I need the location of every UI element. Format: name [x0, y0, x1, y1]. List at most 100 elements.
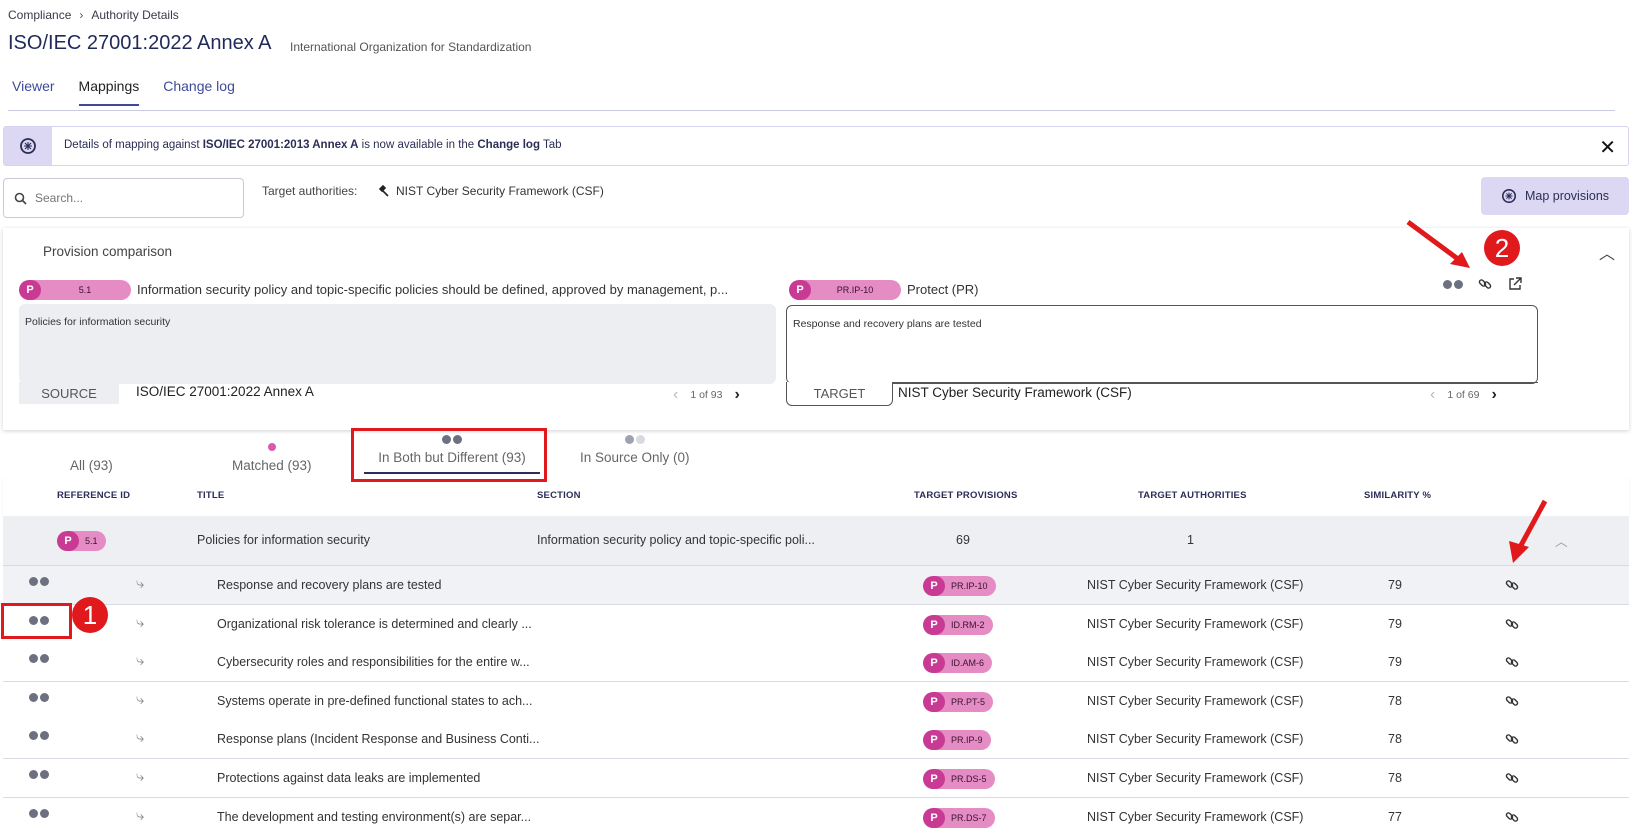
- table-header: REFERENCE ID TITLE SECTION TARGET PROVIS…: [3, 476, 1629, 516]
- table-row[interactable]: ⤷ Protections against data leaks are impl…: [3, 759, 1629, 798]
- row-target-authority: NIST Cyber Security Framework (CSF): [1087, 616, 1304, 631]
- chevron-right-icon: ›: [79, 8, 84, 22]
- search-box[interactable]: [3, 178, 244, 218]
- mapping-arrow-icon: ⤷: [136, 652, 145, 670]
- match-status-icon[interactable]: [29, 808, 49, 818]
- col-title[interactable]: TITLE: [197, 490, 224, 501]
- tab-viewer[interactable]: Viewer: [12, 74, 55, 106]
- match-status-icon[interactable]: [29, 654, 49, 664]
- banner-text-2: is now available in the: [358, 139, 478, 151]
- row-provision-pill[interactable]: P PR.IP-9: [923, 730, 991, 751]
- unlink-icon[interactable]: [1504, 693, 1520, 709]
- row-target-authority: NIST Cyber Security Framework (CSF): [1087, 809, 1304, 824]
- chevron-up-icon[interactable]: ︿: [1555, 531, 1568, 550]
- col-target-provisions[interactable]: TARGET PROVISIONS: [914, 490, 1018, 501]
- mappings-table: REFERENCE ID TITLE SECTION TARGET PROVIS…: [3, 476, 1629, 836]
- col-section[interactable]: SECTION: [537, 490, 581, 501]
- col-reference-id[interactable]: REFERENCE ID: [57, 490, 130, 501]
- provision-type-badge: P: [923, 576, 945, 596]
- row-target-authority: NIST Cyber Security Framework (CSF): [1087, 732, 1304, 747]
- row-provision-pill[interactable]: P PR.DS-7: [923, 807, 995, 828]
- chevron-left-icon[interactable]: ‹: [673, 386, 678, 404]
- table-row[interactable]: ⤷ Response plans (Incident Response and B…: [3, 720, 1629, 760]
- provision-type-badge: P: [789, 280, 811, 300]
- provision-type-badge: P: [923, 769, 945, 789]
- unlink-icon[interactable]: [1504, 654, 1520, 670]
- open-external-icon[interactable]: [1507, 276, 1523, 292]
- row-provision-pill[interactable]: P PR.PT-5: [923, 691, 994, 712]
- row-similarity: 77: [1388, 809, 1402, 824]
- row-provision-pill[interactable]: P PR.IP-10: [923, 576, 996, 596]
- tab-mappings[interactable]: Mappings: [78, 74, 140, 106]
- unlink-icon[interactable]: [1504, 731, 1520, 747]
- annotation-badge-1: 1: [72, 597, 108, 633]
- close-icon[interactable]: ✕: [1599, 135, 1616, 160]
- filter-tab-all[interactable]: All (93): [70, 458, 113, 473]
- match-status-icon[interactable]: [29, 577, 49, 586]
- row-provision-pill[interactable]: P ID.RM-2: [923, 614, 993, 635]
- chevron-up-icon[interactable]: ︿: [1599, 240, 1615, 264]
- provision-comparison-card: Provision comparison ︿ P 5.1 Information…: [3, 228, 1629, 430]
- row-target-authority: NIST Cyber Security Framework (CSF): [1087, 655, 1304, 670]
- annotation-badge-2: 2: [1484, 230, 1520, 266]
- source-provision-code: 5.1: [78, 285, 92, 295]
- tab-change-log[interactable]: Change log: [163, 74, 235, 106]
- match-status-icon[interactable]: [29, 731, 49, 741]
- chevron-left-icon[interactable]: ‹: [1430, 386, 1435, 404]
- table-row[interactable]: ⤷ Systems operate in pre-defined function…: [3, 681, 1629, 721]
- target-provision-code: PR.IP-10: [836, 285, 874, 295]
- banner-message: Details of mapping against ISO/IEC 27001…: [64, 139, 562, 151]
- search-input[interactable]: [35, 191, 225, 205]
- annotation-highlight-filter: [351, 428, 547, 482]
- target-label: TARGET: [786, 382, 893, 406]
- target-provision-pill: P PR.IP-10: [789, 280, 901, 300]
- map-provisions-label: Map provisions: [1524, 189, 1610, 203]
- target-provision-text: Response and recovery plans are tested: [786, 305, 1538, 384]
- row-provision-code: PR.PT-5: [951, 696, 986, 707]
- card-actions: [1443, 276, 1523, 292]
- matched-status-icon: [232, 440, 312, 454]
- banner-changelog-link[interactable]: Change log: [477, 139, 540, 151]
- source-only-status-icon: [580, 432, 690, 446]
- target-pager: ‹ 1 of 69 ›: [1430, 386, 1497, 404]
- breadcrumb-compliance-link[interactable]: Compliance: [8, 8, 71, 22]
- row-title: Protections against data leaks are imple…: [217, 771, 481, 785]
- unlink-icon[interactable]: [1504, 809, 1520, 825]
- gavel-icon: [378, 185, 389, 197]
- target-authority-chip[interactable]: NIST Cyber Security Framework (CSF): [378, 184, 604, 198]
- annotation-arrow-2: [1406, 219, 1470, 268]
- map-provisions-button[interactable]: Map provisions: [1481, 177, 1629, 215]
- table-row[interactable]: ⤷ Cybersecurity roles and responsibilitie…: [3, 643, 1629, 683]
- provision-type-badge: P: [923, 807, 945, 828]
- row-provision-pill[interactable]: P PR.DS-5: [923, 769, 995, 789]
- col-target-authorities[interactable]: TARGET AUTHORITIES: [1138, 490, 1247, 501]
- table-row[interactable]: ⤷ Response and recovery plans are tested P…: [3, 566, 1629, 605]
- provision-type-badge: P: [57, 531, 79, 551]
- unlink-icon[interactable]: [1504, 616, 1520, 632]
- mapping-arrow-icon: ⤷: [136, 690, 145, 708]
- row-title: Response plans (Incident Response and Bu…: [217, 732, 540, 747]
- target-authorities-label: Target authorities:: [262, 184, 358, 198]
- group-title: Policies for information security: [197, 533, 370, 547]
- provision-type-badge: P: [19, 280, 41, 300]
- source-provision-heading: Information security policy and topic-sp…: [137, 282, 729, 297]
- filter-tab-matched[interactable]: Matched (93): [232, 440, 312, 473]
- unlink-icon[interactable]: [1504, 577, 1520, 593]
- unlink-icon[interactable]: [1504, 770, 1520, 786]
- group-provision-pill: P 5.1: [57, 531, 106, 551]
- breadcrumb: Compliance › Authority Details: [8, 8, 179, 22]
- table-row[interactable]: ⤷ The development and testing environment…: [3, 797, 1629, 836]
- provision-type-badge: P: [923, 653, 945, 674]
- col-similarity[interactable]: SIMILARITY %: [1364, 490, 1431, 501]
- row-provision-pill[interactable]: P ID.AM-6: [923, 653, 993, 674]
- group-row[interactable]: P 5.1 Policies for information security …: [3, 516, 1629, 566]
- banner-icon-box: [4, 127, 52, 165]
- table-row[interactable]: ⤷ Organizational risk tolerance is determ…: [3, 604, 1629, 644]
- chevron-right-icon[interactable]: ›: [734, 386, 739, 404]
- filter-tab-source-only[interactable]: In Source Only (0): [580, 432, 690, 465]
- match-status-icon[interactable]: [29, 770, 49, 779]
- banner-authority-link[interactable]: ISO/IEC 27001:2013 Annex A: [203, 139, 359, 151]
- match-status-icon[interactable]: [29, 692, 49, 702]
- chevron-right-icon[interactable]: ›: [1491, 386, 1496, 404]
- unlink-icon[interactable]: [1477, 276, 1493, 292]
